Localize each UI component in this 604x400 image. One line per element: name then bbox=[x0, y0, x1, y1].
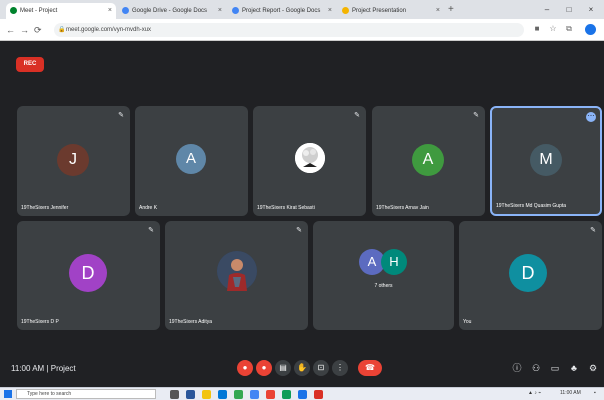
system-tray-icons[interactable]: ▲ ♪ ⌁ bbox=[528, 390, 541, 396]
star-icon[interactable]: ☆ bbox=[548, 24, 558, 34]
maximize-button[interactable]: □ bbox=[558, 0, 580, 19]
activities-icon[interactable]: ♣ bbox=[567, 361, 581, 375]
mic-muted-icon: ✎ bbox=[118, 112, 124, 119]
participant-name: 19TheSixers Arnav Jain bbox=[376, 205, 429, 211]
mic-muted-icon: ✎ bbox=[473, 112, 479, 119]
app-icon[interactable] bbox=[250, 390, 259, 399]
mic-off-icon[interactable]: ● bbox=[237, 360, 253, 376]
close-tab-icon[interactable]: × bbox=[328, 3, 332, 19]
search-placeholder: Type here to search bbox=[27, 391, 72, 397]
mic-muted-icon: ✎ bbox=[354, 112, 360, 119]
end-call-button[interactable]: ☎ bbox=[358, 360, 382, 376]
more-options-icon[interactable]: ⋯ bbox=[586, 112, 596, 122]
extensions-icon[interactable]: ⧉ bbox=[564, 24, 574, 34]
url-text: meet.google.com/vyn-mvdh-xux bbox=[66, 27, 152, 33]
participant-tile[interactable]: ✎ J 19TheSixers Jennifer bbox=[17, 106, 130, 216]
participant-name: 19TheSixers Md Quasim Gupta bbox=[496, 203, 567, 209]
task-view-icon[interactable] bbox=[170, 390, 179, 399]
participant-tile[interactable]: ✎ D 19TheSixers D P bbox=[17, 221, 160, 330]
mic-muted-icon: ✎ bbox=[148, 227, 154, 234]
avatar: D bbox=[69, 254, 107, 292]
avatar: A bbox=[176, 144, 206, 174]
participant-name: 19TheSixers Kirat Sebasti bbox=[257, 205, 315, 211]
windows-start-icon[interactable] bbox=[4, 390, 12, 398]
self-tile[interactable]: ✎ D You bbox=[459, 221, 602, 330]
participant-name: 19TheSixers D P bbox=[21, 319, 59, 325]
meet-favicon-icon bbox=[10, 7, 17, 14]
people-icon[interactable]: ⚇ bbox=[529, 361, 543, 375]
back-arrow-icon[interactable]: ← bbox=[6, 23, 15, 37]
host-controls-icon[interactable]: ⚙ bbox=[586, 361, 600, 375]
camera-off-icon[interactable]: ● bbox=[256, 360, 272, 376]
recording-label: REC bbox=[23, 61, 37, 67]
forward-arrow-icon[interactable]: → bbox=[20, 23, 29, 37]
close-tab-icon[interactable]: × bbox=[436, 3, 440, 19]
taskbar-search-box[interactable]: Type here to search bbox=[16, 389, 156, 399]
participant-tile[interactable]: ✎ A 19TheSixers Arnav Jain bbox=[372, 106, 485, 216]
chat-icon[interactable]: ▭ bbox=[548, 361, 562, 375]
avatar: A bbox=[412, 144, 444, 176]
tab-meet[interactable]: Meet - Project × bbox=[6, 3, 116, 19]
mic-muted-icon: ✎ bbox=[590, 227, 596, 234]
address-bar[interactable]: 🔒 meet.google.com/vyn-mvdh-xux bbox=[54, 23, 524, 37]
tab-label: Project Presentation bbox=[352, 8, 407, 14]
browser-tab-bar: Meet - Project × Google Drive - Google D… bbox=[0, 0, 604, 19]
app-icon[interactable] bbox=[298, 390, 307, 399]
docs-favicon-icon bbox=[122, 7, 129, 14]
windows-taskbar: Type here to search ▲ ♪ ⌁ 11:00 AM ▪ bbox=[0, 387, 604, 400]
app-icon[interactable] bbox=[314, 390, 323, 399]
close-tab-icon[interactable]: × bbox=[218, 3, 222, 19]
app-icon[interactable] bbox=[186, 390, 195, 399]
tab-drive[interactable]: Google Drive - Google Docs × bbox=[118, 3, 226, 19]
present-screen-icon[interactable]: ⊡ bbox=[313, 360, 329, 376]
reload-icon[interactable]: ⟳ bbox=[34, 23, 42, 37]
participant-tile[interactable]: A Andre K bbox=[135, 106, 248, 216]
clock[interactable]: 11:00 AM bbox=[560, 390, 581, 396]
new-tab-button[interactable]: + bbox=[448, 3, 454, 17]
app-icon[interactable] bbox=[266, 390, 275, 399]
avatar: J bbox=[57, 144, 89, 176]
chrome-icon[interactable] bbox=[234, 390, 243, 399]
participant-tile[interactable]: ✎ 19TheSixers Kirat Sebasti bbox=[253, 106, 366, 216]
participant-tile-speaking[interactable]: ⋯ M 19TheSixers Md Quasim Gupta bbox=[490, 106, 602, 216]
edge-icon[interactable] bbox=[218, 390, 227, 399]
participant-name: Andre K bbox=[139, 205, 158, 211]
camera-permission-icon[interactable]: ■ bbox=[532, 24, 542, 34]
file-explorer-icon[interactable] bbox=[202, 390, 211, 399]
avatar-photo-icon bbox=[217, 251, 257, 291]
more-options-icon[interactable]: ⋮ bbox=[332, 360, 348, 376]
lock-icon: 🔒 bbox=[58, 27, 66, 33]
tab-report[interactable]: Project Report - Google Docs × bbox=[228, 3, 336, 19]
avatar: D bbox=[509, 254, 547, 292]
profile-avatar[interactable] bbox=[585, 24, 596, 35]
participant-name: You bbox=[463, 319, 472, 325]
avatar: M bbox=[530, 144, 562, 176]
recording-badge: REC bbox=[16, 57, 44, 72]
captions-icon[interactable]: ▤ bbox=[275, 360, 291, 376]
avatar: H bbox=[381, 249, 407, 275]
minimize-button[interactable]: – bbox=[536, 0, 558, 19]
meeting-time-and-name: 11:00 AM | Project bbox=[11, 364, 76, 373]
tab-label: Google Drive - Google Docs bbox=[132, 8, 208, 14]
participant-name: 19TheSixers Aditya bbox=[169, 319, 213, 325]
participant-tile[interactable]: ✎ 19TheSixers Aditya bbox=[165, 221, 308, 330]
raise-hand-icon[interactable]: ✋ bbox=[294, 360, 310, 376]
tab-label: Project Report - Google Docs bbox=[242, 8, 321, 14]
tab-presentation[interactable]: Project Presentation × bbox=[338, 3, 444, 19]
close-tab-icon[interactable]: × bbox=[108, 3, 112, 19]
others-tile[interactable]: A H 7 others bbox=[313, 221, 454, 330]
mic-muted-icon: ✎ bbox=[296, 227, 302, 234]
participant-name: 19TheSixers Jennifer bbox=[21, 205, 69, 211]
info-icon[interactable]: ⓘ bbox=[510, 361, 524, 375]
browser-toolbar: ← → ⟳ 🔒 meet.google.com/vyn-mvdh-xux ■ ☆… bbox=[0, 19, 604, 41]
others-count: 7 others bbox=[374, 283, 393, 289]
docs-favicon-icon bbox=[232, 7, 239, 14]
avatar-photo-icon bbox=[295, 143, 325, 173]
close-window-button[interactable]: × bbox=[580, 0, 602, 19]
notifications-icon[interactable]: ▪ bbox=[594, 390, 596, 396]
slides-favicon-icon bbox=[342, 7, 349, 14]
tab-label: Meet - Project bbox=[20, 8, 58, 14]
app-icon[interactable] bbox=[282, 390, 291, 399]
